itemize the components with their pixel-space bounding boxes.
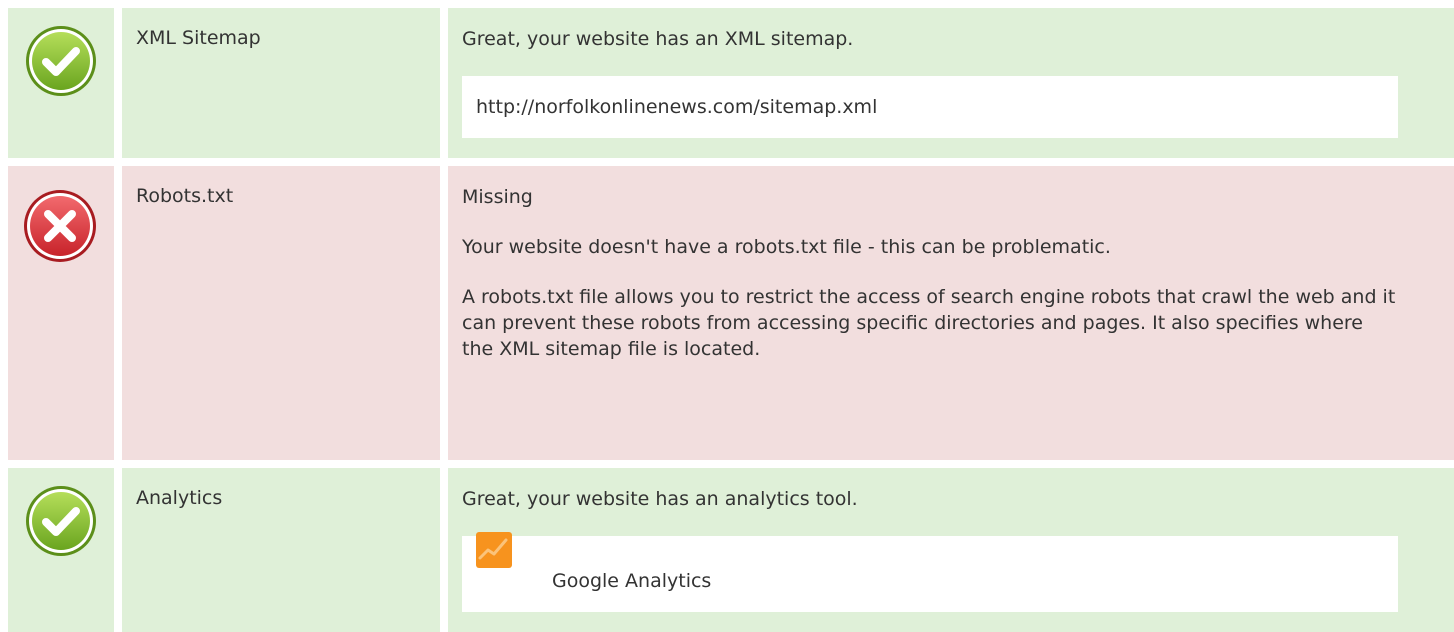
status-cell: [8, 8, 114, 158]
sitemap-url-box: http://norfolkonlinenews.com/sitemap.xml: [462, 76, 1398, 138]
cross-circle-icon: [24, 190, 96, 262]
status-cell: [8, 468, 114, 632]
label-cell: Robots.txt: [122, 166, 440, 460]
detail-paragraph: A robots.txt file allows you to restrict…: [462, 286, 1396, 360]
report-row-analytics: Analytics Great, your website has an ana…: [0, 468, 1454, 632]
row-label: XML Sitemap: [136, 27, 261, 49]
report-row-robots-txt: Robots.txt Missing Your website doesn't …: [0, 166, 1454, 460]
check-circle-icon: [26, 26, 96, 96]
status-message: Missing: [462, 186, 533, 208]
row-label: Analytics: [136, 487, 223, 509]
detail-cell: Missing Your website doesn't have a robo…: [448, 166, 1454, 460]
row-label: Robots.txt: [136, 185, 234, 207]
report-row-xml-sitemap: XML Sitemap Great, your website has an X…: [0, 8, 1454, 158]
seo-report: XML Sitemap Great, your website has an X…: [0, 0, 1454, 632]
status-message: Great, your website has an XML sitemap.: [462, 28, 854, 50]
sitemap-url[interactable]: http://norfolkonlinenews.com/sitemap.xml: [476, 94, 877, 120]
google-analytics-icon: [476, 532, 512, 568]
detail-cell: Great, your website has an analytics too…: [448, 468, 1454, 632]
check-circle-icon: [26, 486, 96, 556]
status-cell: [8, 166, 114, 460]
detail-paragraph: Your website doesn't have a robots.txt f…: [462, 236, 1111, 258]
detail-cell: Great, your website has an XML sitemap. …: [448, 8, 1454, 158]
label-cell: Analytics: [122, 468, 440, 632]
status-message: Great, your website has an analytics too…: [462, 488, 858, 510]
label-cell: XML Sitemap: [122, 8, 440, 158]
analytics-tool-name: Google Analytics: [552, 570, 712, 592]
analytics-tool-box: Google Analytics: [462, 532, 1398, 612]
